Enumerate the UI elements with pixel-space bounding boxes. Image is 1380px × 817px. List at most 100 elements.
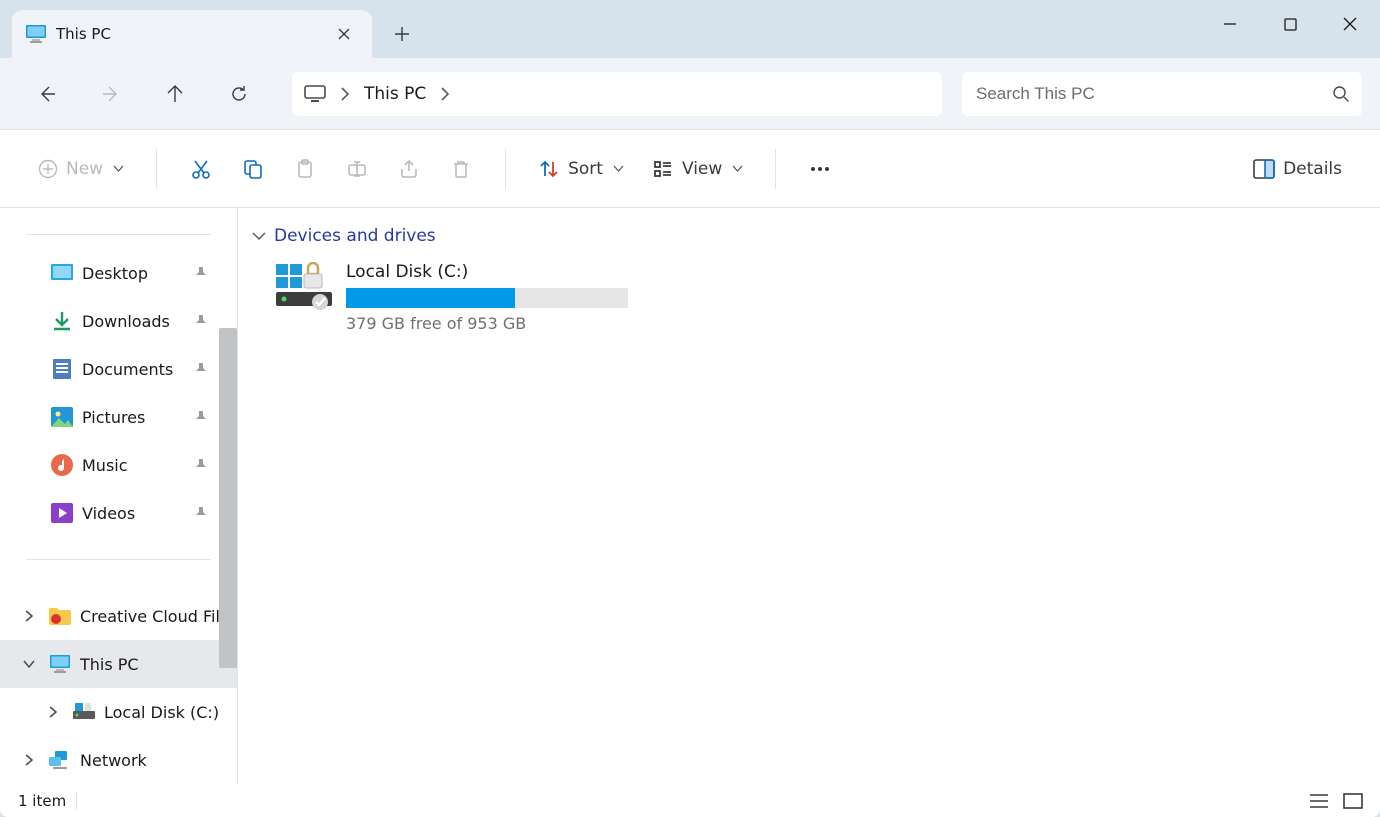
sort-button[interactable]: Sort	[528, 147, 634, 191]
navigation-pane: Desktop Downloads Documents Pictures Mus	[0, 208, 238, 785]
sidebar-item-label: Pictures	[82, 408, 179, 427]
drive-free-text: 379 GB free of 953 GB	[346, 314, 628, 333]
monitor-icon	[304, 85, 326, 103]
up-button[interactable]	[146, 72, 204, 116]
sidebar-item-label: Network	[80, 751, 237, 770]
separator	[76, 792, 77, 810]
sidebar-item-desktop[interactable]: Desktop	[0, 249, 237, 297]
cut-button[interactable]	[179, 147, 223, 191]
sidebar-item-network[interactable]: Network	[0, 736, 237, 784]
section-devices-drives[interactable]: Devices and drives	[252, 226, 1366, 246]
pin-icon	[187, 410, 215, 424]
pin-icon	[187, 362, 215, 376]
videos-icon	[50, 501, 74, 525]
refresh-button[interactable]	[210, 72, 268, 116]
paste-button[interactable]	[283, 147, 327, 191]
sidebar-item-downloads[interactable]: Downloads	[0, 297, 237, 345]
pin-icon	[187, 506, 215, 520]
sidebar-item-creative-cloud[interactable]: Creative Cloud Files	[0, 592, 237, 640]
titlebar: This PC	[0, 0, 1380, 58]
sidebar-item-label: This PC	[80, 655, 237, 674]
desktop-icon	[50, 261, 74, 285]
chevron-down-icon	[732, 165, 743, 173]
network-icon	[48, 748, 72, 772]
monitor-icon	[48, 652, 72, 676]
view-label: View	[682, 159, 722, 179]
sidebar-item-label: Documents	[82, 360, 179, 379]
separator	[26, 559, 211, 560]
sidebar-item-label: Local Disk (C:)	[104, 703, 237, 722]
forward-button[interactable]	[82, 72, 140, 116]
search-bar[interactable]	[962, 72, 1362, 116]
window-controls	[1200, 0, 1380, 48]
copy-button[interactable]	[231, 147, 275, 191]
search-input[interactable]	[974, 83, 1332, 105]
new-label: New	[66, 159, 103, 179]
address-bar[interactable]: This PC	[292, 72, 942, 116]
view-button[interactable]: View	[642, 147, 753, 191]
explorer-window: This PC	[0, 0, 1380, 817]
sidebar-item-music[interactable]: Music	[0, 441, 237, 489]
chevron-down-icon	[613, 165, 624, 173]
new-tab-button[interactable]	[380, 12, 424, 56]
chevron-right-icon[interactable]	[440, 87, 450, 101]
status-bar: 1 item	[0, 785, 1380, 817]
tab-close-button[interactable]	[330, 20, 358, 48]
pin-icon	[187, 314, 215, 328]
new-button[interactable]: New	[28, 147, 134, 191]
chevron-right-icon[interactable]	[18, 610, 40, 622]
share-button[interactable]	[387, 147, 431, 191]
downloads-icon	[50, 309, 74, 333]
sidebar-item-documents[interactable]: Documents	[0, 345, 237, 393]
body: Desktop Downloads Documents Pictures Mus	[0, 208, 1380, 785]
folder-icon	[48, 604, 72, 628]
section-label: Devices and drives	[274, 226, 436, 246]
pin-icon	[187, 458, 215, 472]
search-icon	[1332, 85, 1350, 103]
more-button[interactable]	[798, 147, 842, 191]
status-item-count: 1 item	[18, 792, 66, 810]
separator	[156, 149, 157, 189]
tab-this-pc[interactable]: This PC	[12, 10, 372, 58]
sidebar-item-this-pc[interactable]: This PC	[0, 640, 237, 688]
sidebar-item-pictures[interactable]: Pictures	[0, 393, 237, 441]
monitor-icon	[26, 25, 46, 43]
details-pane-button[interactable]: Details	[1243, 147, 1352, 191]
chevron-right-icon[interactable]	[42, 706, 64, 718]
chevron-right-icon[interactable]	[18, 754, 40, 766]
sort-label: Sort	[568, 159, 603, 179]
separator	[505, 149, 506, 189]
pin-icon	[187, 266, 215, 280]
breadcrumb-location[interactable]: This PC	[364, 84, 426, 104]
music-icon	[50, 453, 74, 477]
sidebar-item-local-disk[interactable]: Local Disk (C:)	[0, 688, 237, 736]
chevron-down-icon[interactable]	[18, 659, 40, 669]
toolbar: New Sort View	[0, 130, 1380, 208]
minimize-button[interactable]	[1200, 0, 1260, 48]
drive-info: Local Disk (C:) 379 GB free of 953 GB	[346, 262, 628, 333]
separator	[775, 149, 776, 189]
sidebar-item-videos[interactable]: Videos	[0, 489, 237, 537]
details-label: Details	[1283, 159, 1342, 179]
documents-icon	[50, 357, 74, 381]
sidebar-item-label: Music	[82, 456, 179, 475]
maximize-button[interactable]	[1260, 0, 1320, 48]
chevron-down-icon	[113, 165, 124, 173]
navbar: This PC	[0, 58, 1380, 130]
sidebar-item-label: Downloads	[82, 312, 179, 331]
scrollbar-thumb[interactable]	[219, 328, 237, 668]
view-list-button[interactable]	[1306, 790, 1332, 812]
drive-icon	[72, 700, 96, 724]
drive-usage-bar	[346, 288, 628, 308]
view-tiles-button[interactable]	[1340, 790, 1366, 812]
delete-button[interactable]	[439, 147, 483, 191]
sidebar-item-label: Videos	[82, 504, 179, 523]
rename-button[interactable]	[335, 147, 379, 191]
sidebar-item-label: Creative Cloud Files	[80, 607, 237, 626]
drive-item[interactable]: Local Disk (C:) 379 GB free of 953 GB	[274, 262, 1366, 333]
separator	[26, 234, 211, 235]
chevron-down-icon	[252, 231, 266, 241]
close-window-button[interactable]	[1320, 0, 1380, 48]
back-button[interactable]	[18, 72, 76, 116]
pictures-icon	[50, 405, 74, 429]
